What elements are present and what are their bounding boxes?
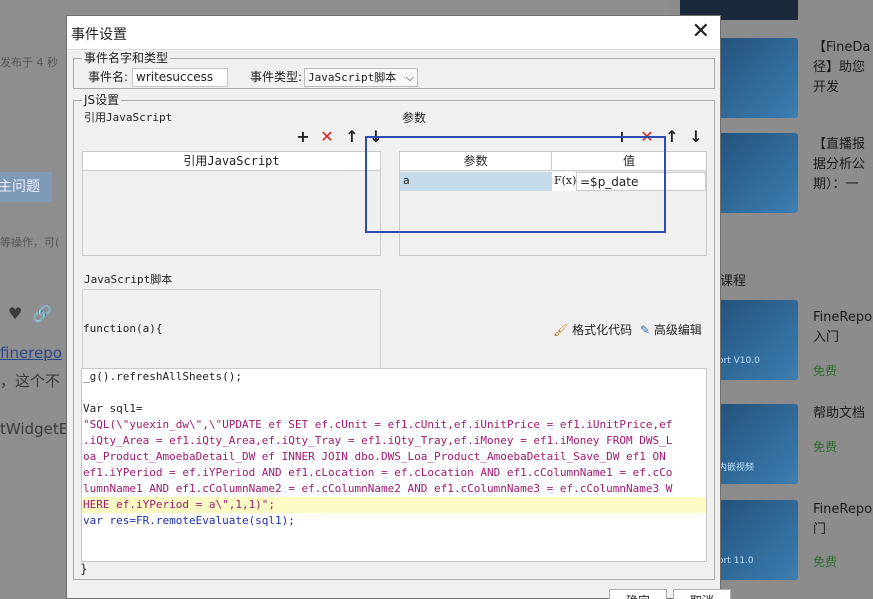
ref-javascript-header: 引用JavaScript (83, 152, 380, 171)
dialog-titlebar: 事件设置 ✕ (67, 16, 720, 50)
arrow-up-icon[interactable]: ↑ (664, 128, 680, 146)
plus-icon[interactable]: + (295, 128, 311, 146)
course-thumbnail[interactable]: 内嵌视频 (712, 404, 798, 484)
event-name-label: 事件名: (88, 70, 129, 84)
answer-snippet: ，这个不 (0, 372, 61, 390)
code-line: "SQL(\"yuexin_dw\",\"UPDATE ef SET ef.cU… (83, 418, 673, 431)
chevron-down-icon: ⌵ (405, 71, 414, 84)
code-line: .iQty_Area = ef1.iQty_Area,ef.iQty_Tray … (83, 434, 673, 447)
code-line: Var sql1= (83, 402, 143, 415)
event-type-label: 事件类型: (250, 70, 303, 84)
ok-button[interactable]: 确定 (609, 589, 667, 599)
code-line: lumnName1 AND ef1.cColumnName2 = ef.cCol… (83, 482, 673, 495)
course-title-1-line2[interactable]: 入门 (813, 328, 839, 348)
advanced-edit-button[interactable]: ✎ 高级编辑 (640, 321, 702, 338)
article-title-2-line2[interactable]: 据分析公 (813, 155, 865, 175)
article-title-1-line3[interactable]: 开发 (813, 78, 839, 98)
format-code-button[interactable]: 🖌 格式化代码 (553, 321, 632, 338)
course-title-3-line2[interactable]: 门 (813, 520, 826, 540)
js-settings-group-label: JS设置 (82, 93, 122, 107)
ask-question-button[interactable]: 主问题 (0, 172, 52, 202)
event-type-select[interactable]: JavaScript脚本 ⌵ (304, 68, 418, 87)
delete-icon[interactable]: ✕ (319, 128, 335, 146)
function-signature: function(a){ (83, 322, 163, 335)
annotation-box (365, 136, 666, 233)
article-thumbnail[interactable] (712, 38, 798, 118)
article-title-2-line3[interactable]: 期）：一 (813, 175, 859, 195)
course-price-3: 免费 (813, 555, 838, 569)
event-type-value: JavaScript脚本 (308, 71, 397, 84)
course-price-2: 免费 (813, 440, 838, 454)
code-line: _g().refreshAllSheets(); (83, 370, 242, 383)
course-title-1-line1[interactable]: FineRepo (813, 308, 872, 328)
link-icon[interactable]: 🔗 (32, 304, 52, 323)
closing-brace: } (80, 562, 88, 576)
like-icon[interactable]: ♥ (8, 304, 22, 323)
course-thumbnail[interactable]: ort V10.0 (712, 300, 798, 380)
function-signature-box: function(a){ (82, 289, 381, 369)
article-title-1-line1[interactable]: 【FineDa (813, 38, 870, 58)
dialog-title: 事件设置 (71, 27, 127, 43)
brush-icon: 🖌 (553, 323, 569, 337)
javascript-script-label: JavaScript脚本 (84, 273, 173, 286)
event-name-input[interactable]: writesuccess (132, 68, 228, 87)
course-thumbnail[interactable]: ort 11.0 (712, 500, 798, 580)
ref-javascript-table[interactable]: 引用JavaScript (82, 151, 381, 256)
code-editor[interactable]: _g().refreshAllSheets(); Var sql1= "SQL(… (81, 368, 707, 562)
arrow-up-icon[interactable]: ↑ (344, 128, 360, 146)
finereport-link[interactable]: finerepo (0, 344, 62, 362)
hint-snippet: 等操作，可( (0, 236, 60, 249)
article-thumbnail[interactable] (712, 133, 798, 213)
course-title-2-line1[interactable]: 帮助文档 (813, 404, 865, 424)
arrow-down-icon[interactable]: ↓ (688, 128, 704, 146)
courses-section-title: 课程 (720, 274, 747, 289)
article-title-1-line2[interactable]: 径】助您 (813, 58, 865, 78)
event-name-type-group: 事件名字和类型 事件名: writesuccess 事件类型: JavaScri… (73, 51, 715, 89)
article-title-2-line1[interactable]: 【直播报 (813, 135, 865, 155)
course-title-3-line1[interactable]: FineRepo (813, 500, 872, 520)
ref-javascript-label: 引用JavaScript (84, 111, 173, 124)
code-line: var res=FR.remoteEvaluate(sql1); (83, 514, 295, 527)
params-label: 参数 (402, 111, 427, 125)
event-name-type-group-label: 事件名字和类型 (82, 51, 171, 65)
code-line-highlighted: HERE ef.iYPeriod = a\",1,1)"; (82, 497, 706, 513)
cancel-button[interactable]: 取消 (673, 589, 731, 599)
event-settings-dialog: 事件设置 ✕ 事件名字和类型 事件名: writesuccess 事件类型: J… (66, 15, 731, 599)
close-icon[interactable]: ✕ (692, 20, 710, 44)
edit-icon: ✎ (640, 323, 651, 337)
code-line: oa_Product_AmoebaDetail_DW ef INNER JOIN… (83, 450, 666, 463)
course-price-1: 免费 (813, 364, 838, 378)
code-snippet: tWidgetE (0, 420, 69, 438)
code-line: ef1.iYPeriod = ef.iYPeriod AND ef1.cLoca… (83, 466, 673, 479)
post-time-snippet: 发布于 4 秒 (0, 56, 58, 69)
format-code-label: 格式化代码 (572, 323, 633, 337)
advanced-edit-label: 高级编辑 (653, 323, 702, 337)
